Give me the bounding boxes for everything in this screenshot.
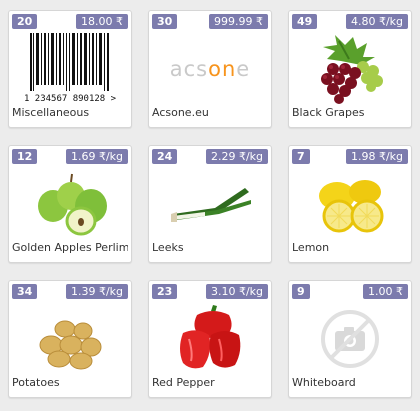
product-name: Black Grapes — [292, 106, 365, 119]
quantity-badge: 7 — [292, 149, 310, 164]
barcode-digits: 1 234567 890128 > — [24, 94, 117, 104]
product-name: Leeks — [152, 241, 184, 254]
price-badge: 1.39 ₹/kg — [65, 284, 128, 299]
product-card-golden-apples[interactable]: 12 1.69 ₹/kg Golden Apples Perlim — [8, 145, 132, 263]
apples-image — [9, 166, 131, 242]
potatoes-image — [9, 301, 131, 377]
price-badge: 18.00 ₹ — [76, 14, 128, 29]
logo-part: acs — [169, 57, 209, 81]
product-name: Acsone.eu — [152, 106, 209, 119]
product-name: Golden Apples Perlim — [12, 241, 128, 254]
lemon-image — [289, 166, 411, 242]
product-name: Potatoes — [12, 376, 60, 389]
logo-part-accent: on — [208, 57, 237, 81]
quantity-badge: 49 — [292, 14, 318, 29]
price-badge: 999.99 ₹ — [209, 14, 268, 29]
quantity-badge: 30 — [152, 14, 178, 29]
product-name: Lemon — [292, 241, 330, 254]
price-badge: 1.00 ₹ — [363, 284, 408, 299]
product-card-black-grapes[interactable]: 49 4.80 ₹/kg Black Grapes — [288, 10, 412, 128]
product-name: Whiteboard — [292, 376, 356, 389]
product-card-leeks[interactable]: 24 2.29 ₹/kg Leeks — [148, 145, 272, 263]
price-badge: 1.69 ₹/kg — [65, 149, 128, 164]
price-badge: 1.98 ₹/kg — [345, 149, 408, 164]
quantity-badge: 34 — [12, 284, 38, 299]
quantity-badge: 23 — [152, 284, 178, 299]
leeks-image — [149, 166, 271, 242]
product-card-lemon[interactable]: 7 1.98 ₹/kg Lemon — [288, 145, 412, 263]
product-card-acsone[interactable]: 30 999.99 ₹ acsone Acsone.eu — [148, 10, 272, 128]
price-badge: 4.80 ₹/kg — [345, 14, 408, 29]
no-image-placeholder — [289, 301, 411, 377]
quantity-badge: 20 — [12, 14, 38, 29]
product-card-red-pepper[interactable]: 23 3.10 ₹/kg Red Pepper — [148, 280, 272, 398]
quantity-badge: 24 — [152, 149, 178, 164]
acsone-logo: acsone — [149, 31, 271, 107]
product-card-whiteboard[interactable]: 9 1.00 ₹ Whiteboard — [288, 280, 412, 398]
product-card-miscellaneous[interactable]: 20 18.00 ₹ 1 234567 890128 > Miscellaneo… — [8, 10, 132, 128]
price-badge: 3.10 ₹/kg — [205, 284, 268, 299]
product-name: Miscellaneous — [12, 106, 90, 119]
quantity-badge: 9 — [292, 284, 310, 299]
logo-part: e — [236, 57, 251, 81]
product-name: Red Pepper — [152, 376, 215, 389]
price-badge: 2.29 ₹/kg — [205, 149, 268, 164]
red-pepper-image — [149, 301, 271, 377]
product-grid: 20 18.00 ₹ 1 234567 890128 > Miscellaneo… — [8, 10, 412, 398]
grapes-image — [289, 31, 411, 107]
quantity-badge: 12 — [12, 149, 38, 164]
barcode-image: 1 234567 890128 > — [9, 31, 131, 107]
product-card-potatoes[interactable]: 34 1.39 ₹/kg Potatoes — [8, 280, 132, 398]
